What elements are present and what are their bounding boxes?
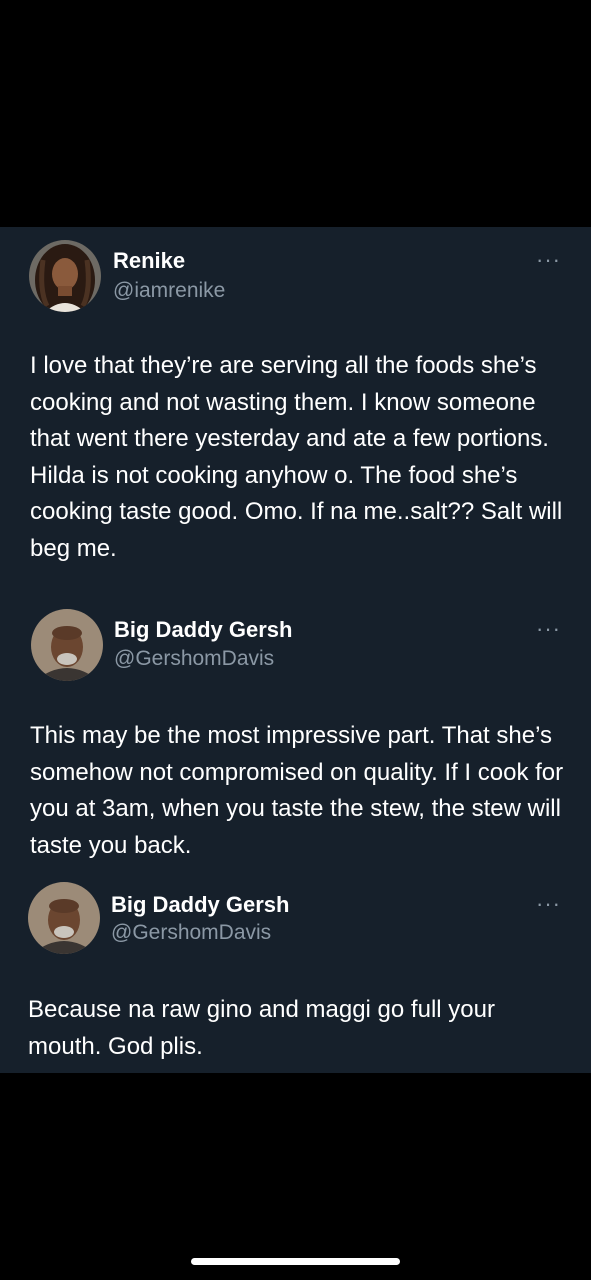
home-indicator[interactable] bbox=[191, 1258, 400, 1265]
avatar[interactable] bbox=[29, 240, 101, 312]
display-name[interactable]: Renike bbox=[113, 248, 185, 274]
display-name[interactable]: Big Daddy Gersh bbox=[111, 892, 289, 918]
more-options-icon[interactable]: ··· bbox=[536, 249, 561, 271]
user-handle[interactable]: @iamrenike bbox=[113, 279, 225, 303]
tweet-screenshot-panel: Renike @iamrenike ··· I love that they’r… bbox=[0, 227, 591, 1073]
user-handle[interactable]: @GershomDavis bbox=[111, 921, 271, 945]
tweet-card[interactable]: Big Daddy Gersh @GershomDavis ··· This m… bbox=[0, 597, 591, 872]
display-name[interactable]: Big Daddy Gersh bbox=[114, 617, 292, 643]
tweet-text: I love that they’re are serving all the … bbox=[30, 352, 563, 562]
tweet-card[interactable]: Renike @iamrenike ··· I love that they’r… bbox=[0, 227, 591, 597]
tweet-card[interactable]: Big Daddy Gersh @GershomDavis ··· Becaus… bbox=[0, 872, 591, 1073]
tweet-text: Because na raw gino and maggi go full yo… bbox=[28, 996, 495, 1060]
avatar[interactable] bbox=[31, 609, 103, 681]
avatar[interactable] bbox=[28, 882, 100, 954]
tweet-text: This may be the most impressive part. Th… bbox=[30, 722, 564, 859]
more-options-icon[interactable]: ··· bbox=[536, 618, 561, 640]
user-handle[interactable]: @GershomDavis bbox=[114, 647, 274, 671]
more-options-icon[interactable]: ··· bbox=[536, 893, 561, 915]
